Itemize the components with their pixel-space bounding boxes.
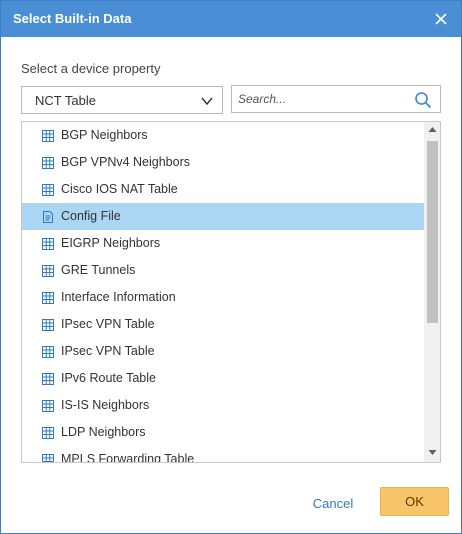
- property-prompt-label: Select a device property: [21, 61, 161, 76]
- table-icon: [42, 184, 54, 196]
- list-item-label: IPsec VPN Table: [61, 344, 155, 358]
- table-icon: [42, 157, 54, 169]
- list-item[interactable]: IPsec VPN Table: [22, 311, 424, 338]
- list-item[interactable]: GRE Tunnels: [22, 257, 424, 284]
- list-item-label: IPsec VPN Table: [61, 317, 155, 331]
- list-item-label: BGP Neighbors: [61, 128, 148, 142]
- ok-button[interactable]: OK: [380, 487, 449, 516]
- search-icon[interactable]: [414, 91, 432, 109]
- select-built-in-data-dialog: Select Built-in Data Select a device pro…: [0, 0, 462, 534]
- dialog-title: Select Built-in Data: [13, 11, 132, 26]
- list-item[interactable]: EIGRP Neighbors: [22, 230, 424, 257]
- file-icon: [42, 211, 54, 223]
- list-item[interactable]: IPv6 Route Table: [22, 365, 424, 392]
- table-icon: [42, 238, 54, 250]
- list-item-label: BGP VPNv4 Neighbors: [61, 155, 190, 169]
- list-item[interactable]: IPsec VPN Table: [22, 338, 424, 365]
- list-item-label: MPLS Forwarding Table: [61, 452, 195, 463]
- table-icon: [42, 346, 54, 358]
- table-icon: [42, 373, 54, 385]
- data-list-items: BGP Neighbors BGP VPNv4 Neighbors Cisco IO…: [22, 122, 424, 463]
- list-item[interactable]: Interface Information: [22, 284, 424, 311]
- list-item[interactable]: LDP Neighbors: [22, 419, 424, 446]
- list-item-label: Interface Information: [61, 290, 176, 304]
- scroll-up-arrow-icon[interactable]: [428, 126, 437, 133]
- scroll-down-arrow-icon[interactable]: [428, 449, 437, 456]
- property-select[interactable]: NCT Table: [21, 86, 223, 114]
- scrollbar-thumb[interactable]: [427, 141, 438, 323]
- vertical-scrollbar[interactable]: [424, 122, 440, 462]
- cancel-button[interactable]: Cancel: [301, 491, 365, 515]
- data-list: BGP Neighbors BGP VPNv4 Neighbors Cisco IO…: [21, 121, 441, 463]
- close-icon[interactable]: [432, 10, 450, 28]
- list-item[interactable]: MPLS Forwarding Table: [22, 446, 424, 463]
- list-item[interactable]: IS-IS Neighbors: [22, 392, 424, 419]
- list-item-label: GRE Tunnels: [61, 263, 136, 277]
- table-icon: [42, 130, 54, 142]
- list-item[interactable]: BGP Neighbors: [22, 122, 424, 149]
- property-select-value: NCT Table: [35, 93, 96, 108]
- table-icon: [42, 400, 54, 412]
- list-item-label: IS-IS Neighbors: [61, 398, 150, 412]
- list-item-label: LDP Neighbors: [61, 425, 146, 439]
- list-item-label: IPv6 Route Table: [61, 371, 156, 385]
- table-icon: [42, 292, 54, 304]
- list-item[interactable]: Config File: [22, 203, 424, 230]
- search-input[interactable]: [238, 90, 408, 108]
- table-icon: [42, 427, 54, 439]
- list-item-label: Cisco IOS NAT Table: [61, 182, 178, 196]
- chevron-down-icon: [201, 97, 213, 106]
- title-bar: Select Built-in Data: [1, 1, 461, 37]
- table-icon: [42, 319, 54, 331]
- list-item-label: Config File: [61, 209, 121, 223]
- list-item[interactable]: Cisco IOS NAT Table: [22, 176, 424, 203]
- list-item-label: EIGRP Neighbors: [61, 236, 161, 250]
- search-box: [231, 85, 441, 113]
- list-item[interactable]: BGP VPNv4 Neighbors: [22, 149, 424, 176]
- table-icon: [42, 265, 54, 277]
- table-icon: [42, 454, 54, 462]
